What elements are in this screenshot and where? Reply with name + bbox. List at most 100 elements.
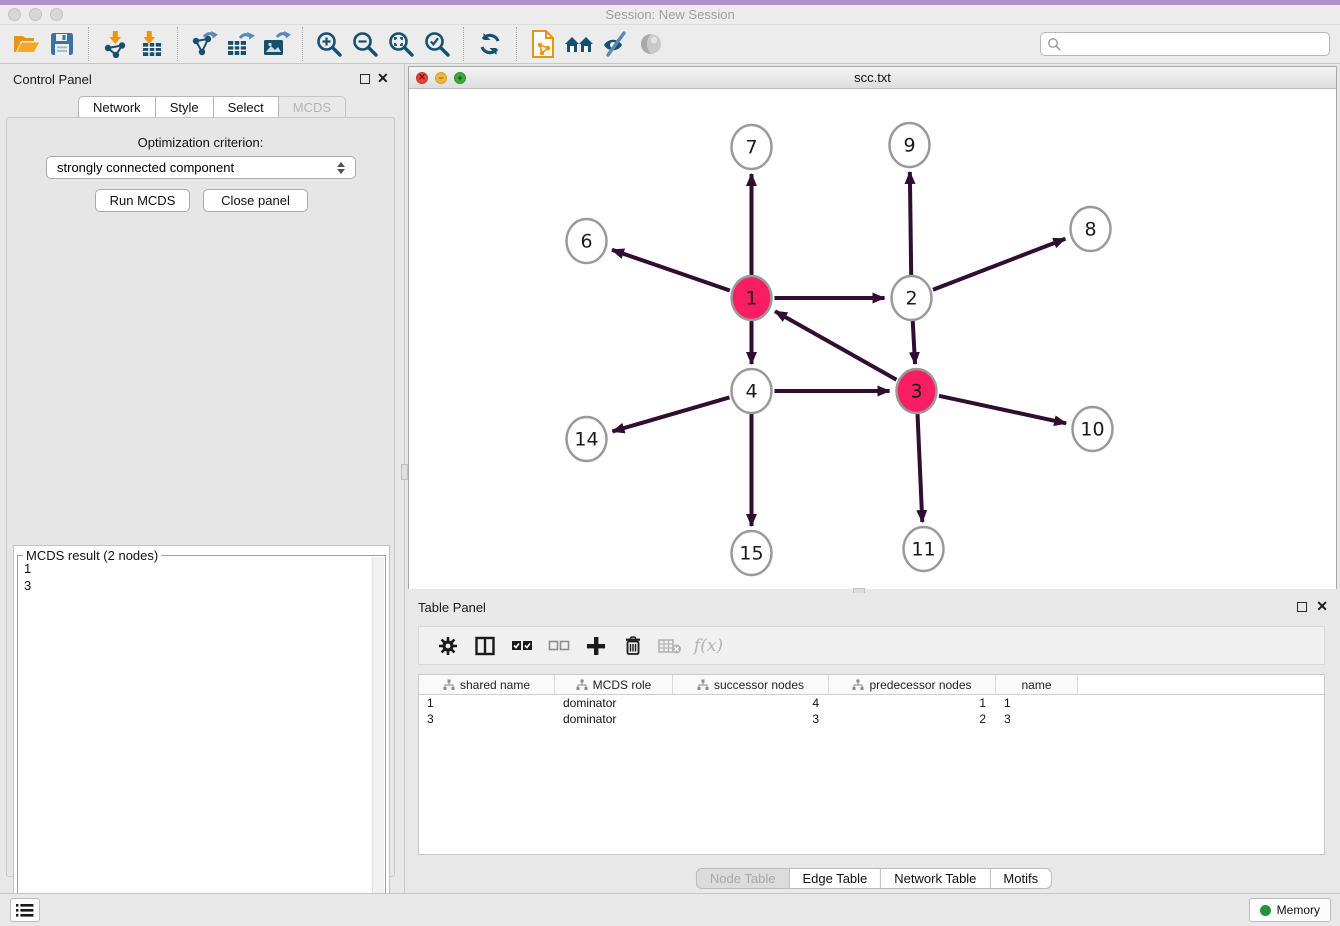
window-titlebar[interactable]: Session: New Session — [0, 5, 1340, 25]
toolbar-separator — [88, 27, 89, 61]
toggle-columns-icon[interactable] — [466, 631, 503, 661]
export-network-icon[interactable] — [186, 27, 222, 61]
edge-3-1[interactable] — [775, 311, 896, 379]
graph-node-1[interactable]: 1 — [732, 276, 772, 320]
column-header-mcds-role[interactable]: MCDS role — [555, 675, 673, 694]
hide-selected-icon[interactable] — [597, 27, 633, 61]
export-table-icon[interactable] — [222, 27, 258, 61]
table-settings-icon[interactable] — [429, 631, 466, 661]
delete-entry-icon[interactable] — [614, 631, 651, 661]
control-panel-tabs: Network Style Select MCDS — [78, 96, 346, 118]
graph-node-4[interactable]: 4 — [732, 369, 772, 413]
tab-style[interactable]: Style — [156, 96, 214, 118]
svg-text:4: 4 — [745, 381, 757, 403]
column-header-name[interactable]: name — [996, 675, 1078, 694]
result-line: 1 — [18, 560, 371, 577]
zoom-selected-icon[interactable] — [419, 27, 455, 61]
control-panel: Control Panel ✕ Network Style Select MCD… — [0, 64, 401, 893]
import-table-icon[interactable] — [133, 27, 169, 61]
export-image-icon[interactable] — [258, 27, 294, 61]
graph-node-9[interactable]: 9 — [890, 123, 930, 167]
cell-predecessor-nodes[interactable]: 1 — [829, 695, 996, 711]
cell-name[interactable]: 1 — [996, 695, 1078, 711]
zoom-out-icon[interactable] — [347, 27, 383, 61]
tab-node-table[interactable]: Node Table — [696, 868, 790, 889]
select-all-icon[interactable] — [503, 631, 540, 661]
edge-3-10[interactable] — [939, 396, 1066, 423]
network-canvas-area[interactable]: 7 9 6 8 1 2 4 3 14 10 15 11 — [409, 89, 1336, 589]
zoom-in-icon[interactable] — [311, 27, 347, 61]
memory-button[interactable]: Memory — [1249, 898, 1331, 922]
table-row[interactable]: 3 dominator 3 2 3 — [419, 711, 1324, 727]
graph-node-6[interactable]: 6 — [567, 219, 607, 263]
save-session-icon[interactable] — [44, 27, 80, 61]
graph-node-15[interactable]: 15 — [732, 531, 772, 575]
copy-network-icon[interactable] — [525, 27, 561, 61]
close-panel-icon[interactable]: ✕ — [377, 70, 389, 87]
first-neighbors-icon[interactable] — [561, 27, 597, 61]
cell-mcds-role[interactable]: dominator — [555, 695, 673, 711]
tab-network[interactable]: Network — [78, 96, 156, 118]
cell-successor-nodes[interactable]: 4 — [673, 695, 829, 711]
run-mcds-button[interactable]: Run MCDS — [95, 189, 190, 212]
float-panel-icon[interactable] — [360, 74, 370, 84]
network-window-titlebar[interactable]: ✕ − + scc.txt — [409, 67, 1336, 89]
open-file-icon[interactable] — [8, 27, 44, 61]
mcds-result-list[interactable]: 1 3 — [18, 560, 371, 594]
graph-node-11[interactable]: 11 — [904, 527, 944, 571]
graph-node-3[interactable]: 3 — [897, 369, 937, 413]
zoom-fit-icon[interactable] — [383, 27, 419, 61]
float-table-panel-icon[interactable] — [1297, 602, 1307, 612]
edge-1-6[interactable] — [612, 250, 730, 291]
cell-mcds-role[interactable]: dominator — [555, 711, 673, 727]
function-builder-icon[interactable]: f(x) — [688, 631, 725, 661]
add-entry-icon[interactable] — [577, 631, 614, 661]
tab-mcds[interactable]: MCDS — [279, 96, 346, 118]
graph-node-7[interactable]: 7 — [732, 125, 772, 169]
delete-table-icon[interactable] — [651, 631, 688, 661]
column-header-predecessor-nodes[interactable]: predecessor nodes — [829, 675, 996, 694]
memory-label: Memory — [1277, 903, 1320, 917]
tab-select[interactable]: Select — [214, 96, 279, 118]
vertical-splitter[interactable] — [401, 64, 408, 893]
deselect-all-icon[interactable] — [540, 631, 577, 661]
node-table[interactable]: shared name MCDS role successor nodes pr… — [418, 674, 1325, 855]
close-table-panel-icon[interactable]: ✕ — [1316, 598, 1328, 615]
search-input[interactable] — [1061, 37, 1323, 51]
edge-3-11[interactable] — [918, 414, 923, 522]
task-history-button[interactable] — [10, 898, 40, 922]
edge-2-8[interactable] — [933, 239, 1065, 290]
cell-name[interactable]: 3 — [996, 711, 1078, 727]
cell-shared-name[interactable]: 3 — [419, 711, 555, 727]
import-network-icon[interactable] — [97, 27, 133, 61]
tree-icon — [576, 679, 588, 691]
search-field[interactable] — [1040, 32, 1330, 56]
cell-successor-nodes[interactable]: 3 — [673, 711, 829, 727]
graph-node-8[interactable]: 8 — [1071, 207, 1111, 251]
close-panel-button[interactable]: Close panel — [203, 189, 308, 212]
cell-shared-name[interactable]: 1 — [419, 695, 555, 711]
svg-text:2: 2 — [905, 288, 917, 310]
tree-icon — [697, 679, 709, 691]
graph-node-14[interactable]: 14 — [567, 417, 607, 461]
tree-icon — [443, 679, 455, 691]
edge-2-9[interactable] — [910, 172, 911, 275]
tab-edge-table[interactable]: Edge Table — [789, 868, 881, 889]
result-scrollbar[interactable] — [372, 557, 384, 917]
splitter-grip[interactable] — [401, 464, 408, 480]
tab-motifs[interactable]: Motifs — [990, 868, 1052, 889]
apply-layout-icon[interactable] — [472, 27, 508, 61]
cell-predecessor-nodes[interactable]: 2 — [829, 711, 996, 727]
table-row[interactable]: 1 dominator 4 1 1 — [419, 695, 1324, 711]
criterion-dropdown[interactable]: strongly connected component — [46, 156, 356, 179]
column-header-successor-nodes[interactable]: successor nodes — [673, 675, 829, 694]
edge-2-3[interactable] — [913, 321, 915, 364]
tab-network-table[interactable]: Network Table — [881, 868, 990, 889]
show-all-icon[interactable] — [633, 27, 669, 61]
column-header-shared-name[interactable]: shared name — [419, 675, 555, 694]
criterion-value: strongly connected component — [57, 160, 234, 175]
edge-4-14[interactable] — [612, 397, 729, 431]
graph-node-2[interactable]: 2 — [892, 276, 932, 320]
graph-node-10[interactable]: 10 — [1073, 407, 1113, 451]
mcds-panel: Optimization criterion: strongly connect… — [6, 117, 395, 877]
